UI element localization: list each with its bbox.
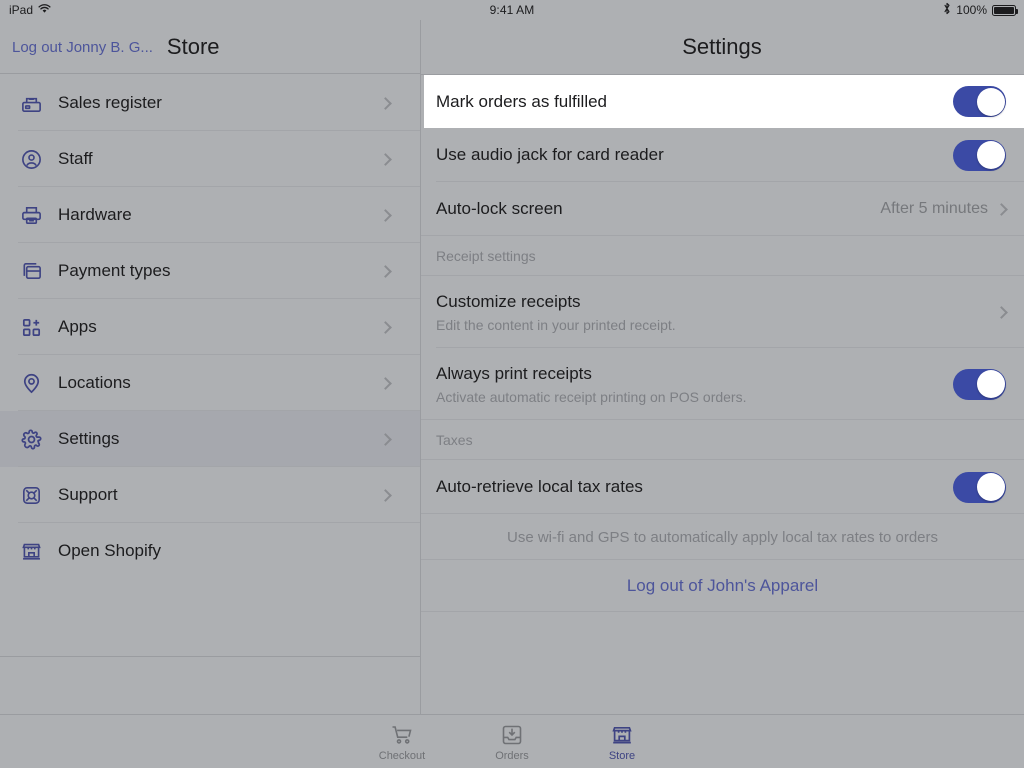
- page-title: Settings: [682, 34, 762, 59]
- sidebar-item-staff[interactable]: Staff: [0, 131, 420, 187]
- section-header-receipt-settings: Receipt settings: [421, 236, 1024, 276]
- store-title: Store: [166, 34, 220, 59]
- chevron-right-icon: [379, 320, 392, 334]
- user-circle-icon: [18, 146, 44, 172]
- shopping-cart-icon: [390, 722, 414, 748]
- bluetooth-icon: [943, 2, 951, 18]
- setting-row-auto-lock-screen[interactable]: Auto-lock screen After 5 minutes: [421, 182, 1024, 236]
- setting-label: Auto-lock screen: [436, 199, 563, 218]
- chevron-right-icon: [379, 432, 392, 446]
- logout-store-button[interactable]: Log out of John's Apparel: [421, 560, 1024, 612]
- sidebar-item-label: Locations: [58, 373, 131, 392]
- inbox-download-icon: [500, 722, 524, 748]
- sidebar-item-open-shopify[interactable]: Open Shopify: [0, 523, 420, 579]
- logout-store-label: Log out of John's Apparel: [626, 576, 819, 595]
- tab-store[interactable]: Store: [567, 722, 677, 762]
- taxes-footnote: Use wi-fi and GPS to automatically apply…: [421, 514, 1024, 560]
- settings-panel: Mark orders as fulfilled Use audio jack …: [421, 75, 1024, 715]
- cash-register-icon: [18, 90, 44, 116]
- status-bar-time: 9:41 AM: [489, 3, 535, 17]
- sidebar-item-label: Payment types: [58, 261, 171, 280]
- chevron-right-icon: [379, 96, 392, 110]
- section-header-taxes: Taxes: [421, 420, 1024, 460]
- left-nav-header: Log out Jonny B. G... Store: [0, 20, 420, 74]
- auto-lock-value: After 5 minutes: [880, 200, 988, 217]
- sidebar-nav: Sales register Staff Hardware Payment ty…: [0, 75, 420, 715]
- lifebuoy-icon: [18, 482, 44, 508]
- toggle-mark-orders-fulfilled[interactable]: [953, 86, 1006, 117]
- tab-label: Store: [608, 749, 636, 762]
- gear-icon: [18, 426, 44, 452]
- apps-grid-plus-icon: [18, 314, 44, 340]
- chevron-right-icon: [379, 376, 392, 390]
- taxes-footnote-label: Use wi-fi and GPS to automatically apply…: [506, 528, 939, 546]
- tab-checkout[interactable]: Checkout: [347, 722, 457, 762]
- sidebar-item-support[interactable]: Support: [0, 467, 420, 523]
- setting-row-always-print-receipts[interactable]: Always print receipts Activate automatic…: [421, 348, 1024, 420]
- tab-label: Orders: [495, 749, 529, 762]
- chevron-right-icon: [379, 152, 392, 166]
- setting-label: Use audio jack for card reader: [436, 145, 664, 164]
- chevron-right-icon: [995, 202, 1008, 216]
- logout-user-button[interactable]: Log out Jonny B. G...: [12, 39, 153, 56]
- status-bar: iPad 9:41 AM 100%: [0, 0, 1024, 20]
- left-header-divider: [0, 73, 420, 74]
- sidebar-item-label: Hardware: [58, 205, 132, 224]
- sidebar-item-label: Settings: [58, 429, 120, 448]
- sidebar-item-hardware[interactable]: Hardware: [0, 187, 420, 243]
- sidebar-item-locations[interactable]: Locations: [0, 355, 420, 411]
- settings-header: Settings: [420, 20, 1024, 74]
- payment-card-icon: [18, 258, 44, 284]
- setting-label: Auto-retrieve local tax rates: [436, 477, 643, 496]
- setting-label: Customize receipts: [436, 291, 581, 311]
- ipad-shopify-pos-settings-screen: iPad 9:41 AM 100% Log out Jonny B. G... …: [0, 0, 1024, 768]
- map-pin-icon: [18, 370, 44, 396]
- status-bar-right: 100%: [943, 2, 1018, 18]
- section-header-label: Taxes: [436, 432, 473, 448]
- section-header-label: Receipt settings: [436, 248, 536, 264]
- battery-full-icon: [992, 4, 1018, 16]
- sidebar-item-payment-types[interactable]: Payment types: [0, 243, 420, 299]
- chevron-right-icon: [379, 208, 392, 222]
- chevron-right-icon: [995, 305, 1008, 319]
- toggle-audio-jack[interactable]: [953, 139, 1006, 171]
- sidebar-item-label: Apps: [58, 317, 97, 336]
- storefront-icon: [610, 722, 634, 748]
- chevron-right-icon: [379, 488, 392, 502]
- sidebar-bottom-divider: [0, 656, 420, 657]
- setting-row-customize-receipts[interactable]: Customize receipts Edit the content in y…: [421, 276, 1024, 348]
- printer-icon: [18, 202, 44, 228]
- sidebar-item-apps[interactable]: Apps: [0, 299, 420, 355]
- setting-label: Mark orders as fulfilled: [436, 91, 608, 111]
- setting-row-mark-orders-fulfilled[interactable]: Mark orders as fulfilled: [424, 75, 1024, 128]
- setting-row-audio-jack[interactable]: Use audio jack for card reader: [421, 128, 1024, 182]
- tab-bar: Checkout Orders Store: [0, 715, 1024, 768]
- toggle-auto-retrieve-tax-rates[interactable]: [953, 471, 1006, 503]
- sidebar-item-label: Sales register: [58, 93, 162, 112]
- storefront-icon: [18, 538, 44, 564]
- setting-label: Always print receipts: [436, 363, 592, 383]
- sidebar-item-settings[interactable]: Settings: [0, 411, 420, 467]
- toggle-always-print-receipts[interactable]: [953, 368, 1006, 400]
- setting-sublabel: Activate automatic receipt printing on P…: [436, 388, 747, 405]
- sidebar-item-label: Open Shopify: [58, 541, 162, 560]
- tab-label: Checkout: [378, 749, 426, 762]
- sidebar-item-sales-register[interactable]: Sales register: [0, 75, 420, 131]
- sidebar-item-label: Support: [58, 485, 118, 504]
- chevron-right-icon: [379, 264, 392, 278]
- sidebar-item-label: Staff: [58, 149, 93, 168]
- setting-sublabel: Edit the content in your printed receipt…: [436, 316, 676, 333]
- battery-percent-label: 100%: [956, 3, 987, 17]
- tab-orders[interactable]: Orders: [457, 722, 567, 762]
- setting-row-auto-retrieve-tax-rates[interactable]: Auto-retrieve local tax rates: [421, 460, 1024, 514]
